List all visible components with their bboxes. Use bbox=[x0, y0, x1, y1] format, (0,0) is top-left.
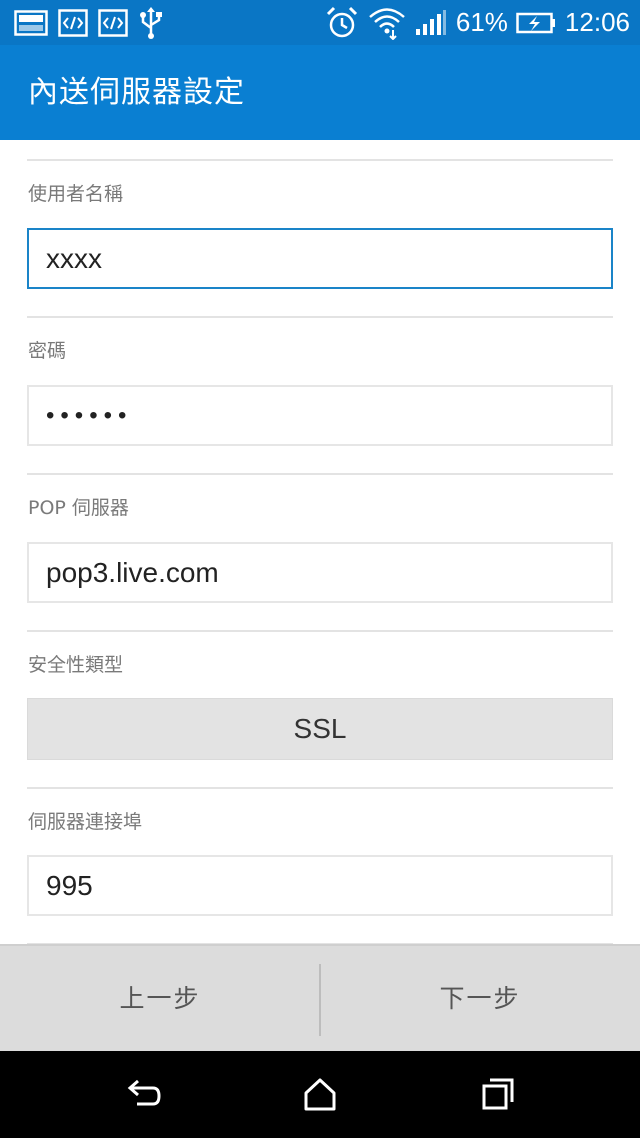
username-input[interactable] bbox=[27, 228, 613, 289]
battery-percent: 61% bbox=[455, 7, 508, 37]
image-icon bbox=[14, 10, 48, 36]
security-type-select[interactable]: SSL bbox=[27, 698, 613, 760]
pop-server-label: POP 伺服器 bbox=[28, 497, 129, 519]
usb-icon bbox=[140, 7, 162, 39]
clock: 12:06 bbox=[564, 7, 630, 37]
server-port-label: 伺服器連接埠 bbox=[28, 811, 143, 833]
password-label: 密碼 bbox=[28, 340, 67, 362]
divider bbox=[27, 159, 613, 161]
system-status: 61% 12:06 bbox=[325, 0, 630, 45]
pop-server-input[interactable] bbox=[27, 542, 613, 603]
system-navigation-bar bbox=[0, 1051, 640, 1138]
code-icon bbox=[58, 9, 88, 37]
alarm-icon bbox=[326, 6, 357, 37]
notification-icons bbox=[14, 7, 174, 39]
divider bbox=[27, 630, 613, 632]
back-icon[interactable] bbox=[125, 1076, 161, 1112]
security-type-label: 安全性類型 bbox=[28, 654, 124, 676]
server-port-input[interactable] bbox=[27, 855, 613, 916]
action-bar: 內送伺服器設定 bbox=[0, 45, 640, 140]
wizard-button-bar: 上一步 下一步 bbox=[0, 944, 640, 1051]
wifi-icon bbox=[369, 7, 405, 40]
battery-charging-icon bbox=[516, 12, 555, 33]
signal-icon bbox=[415, 9, 446, 35]
home-icon[interactable] bbox=[302, 1076, 338, 1112]
server-settings-form: 使用者名稱 密碼 POP 伺服器 安全性類型 SSL 伺服器連接埠 bbox=[0, 140, 640, 944]
divider bbox=[27, 316, 613, 318]
divider bbox=[27, 473, 613, 475]
status-bar: 61% 12:06 bbox=[0, 0, 640, 45]
incoming-server-settings-screen: 61% 12:06 內送伺服器設定 使用者名稱 密碼 POP 伺服器 安全性類型… bbox=[0, 0, 640, 1138]
next-button[interactable]: 下一步 bbox=[320, 946, 640, 1051]
divider bbox=[27, 787, 613, 789]
password-input[interactable] bbox=[27, 385, 613, 446]
previous-button[interactable]: 上一步 bbox=[0, 946, 320, 1051]
code-icon bbox=[98, 9, 128, 37]
page-title: 內送伺服器設定 bbox=[28, 75, 245, 110]
recents-icon[interactable] bbox=[480, 1076, 516, 1112]
username-label: 使用者名稱 bbox=[28, 183, 124, 205]
